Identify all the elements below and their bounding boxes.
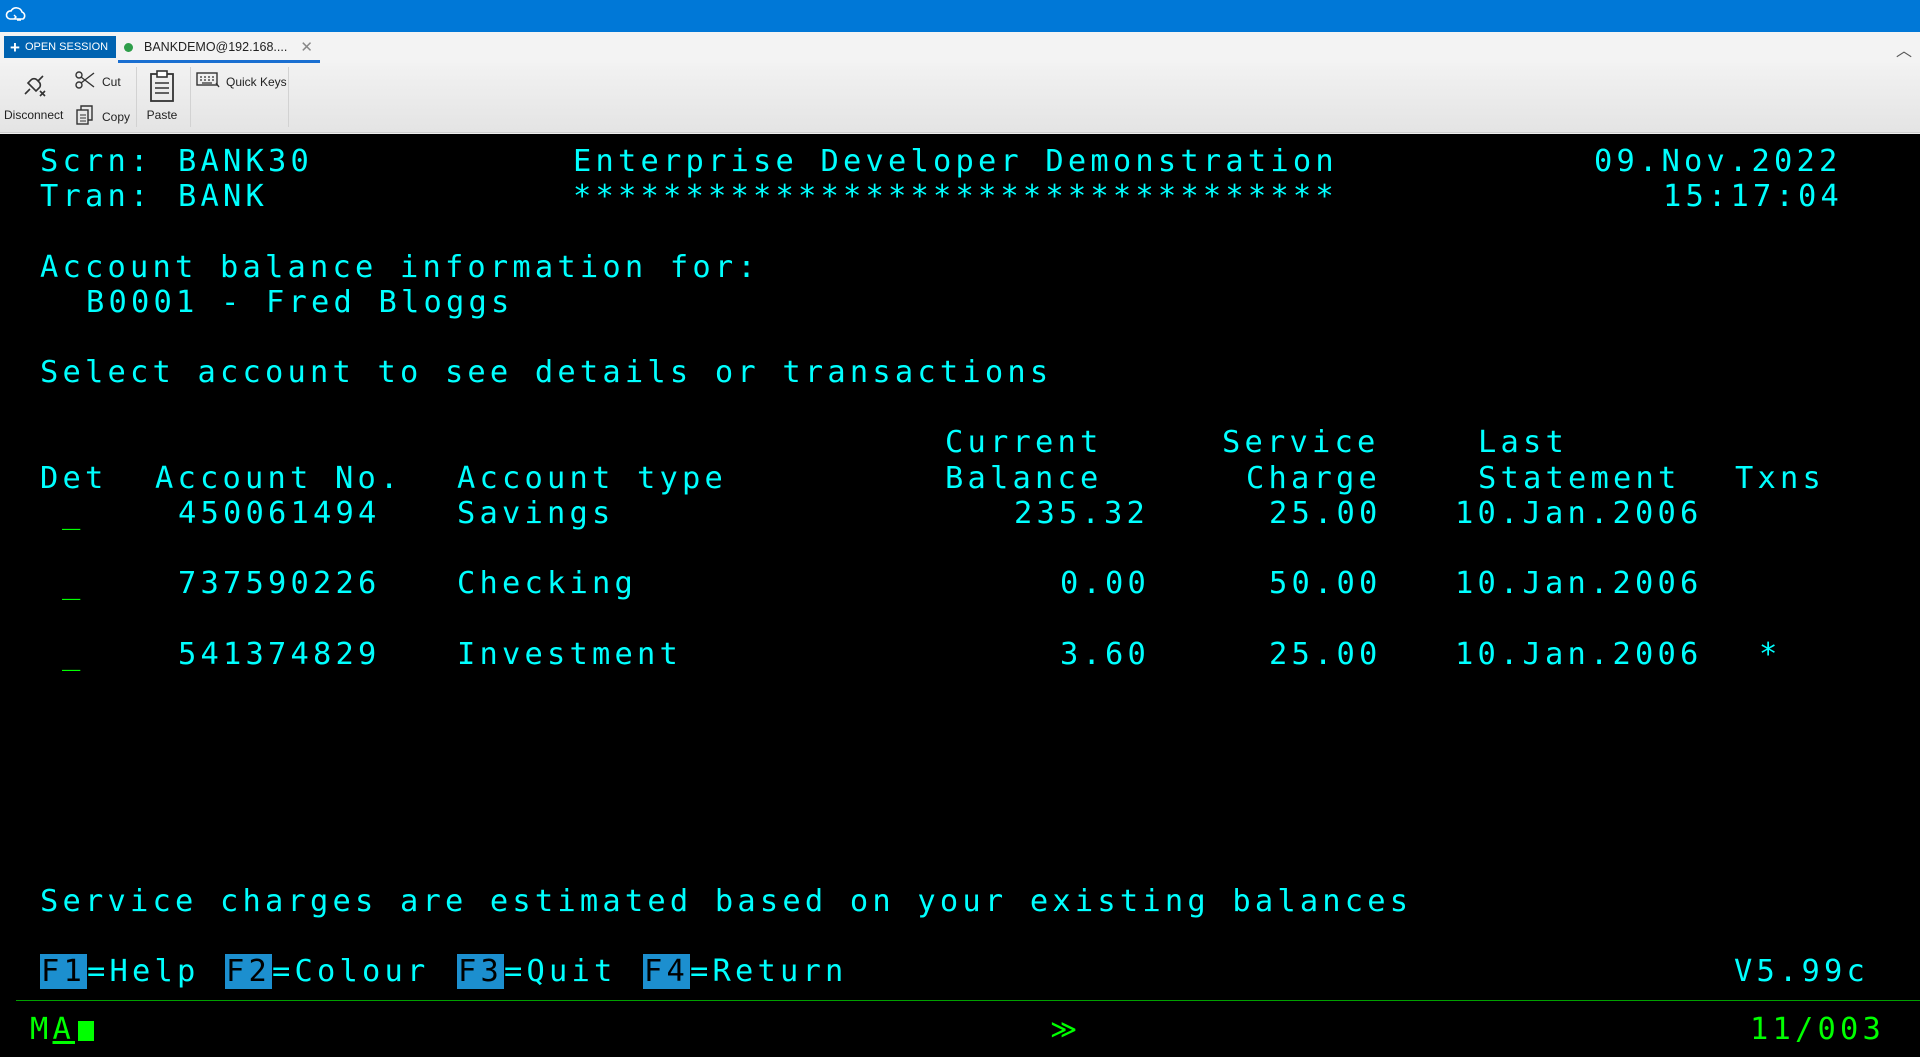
fkey-text: =Help: [87, 954, 200, 989]
copy-label: Copy: [102, 109, 131, 124]
tab-strip: + OPEN SESSION BANKDEMO@192.168.... ✕ ︿: [0, 32, 1920, 63]
title-underline: **********************************: [573, 179, 1338, 214]
screen-time: 15:17:04: [1663, 179, 1843, 214]
session-tab-label: BANKDEMO@192.168....: [144, 40, 288, 54]
account-number: 541374829: [178, 637, 381, 672]
fkey-label: F1: [40, 954, 87, 989]
scrn-value: BANK30: [178, 144, 313, 179]
disconnect-button[interactable]: Disconnect: [4, 69, 63, 122]
mode-m: M: [30, 1012, 53, 1047]
paste-button[interactable]: Paste: [146, 69, 178, 122]
col-service: Service: [1222, 425, 1380, 460]
account-type: Checking: [457, 566, 637, 601]
fkey-text: =Return: [690, 954, 848, 989]
fkey-help[interactable]: F1=Help: [40, 954, 199, 990]
account-balance: 0.00: [1060, 566, 1150, 601]
status-indicator: ≫: [1050, 1015, 1082, 1045]
account-number: 450061494: [178, 496, 381, 531]
info-heading: Account balance information for:: [40, 250, 760, 285]
open-session-label: OPEN SESSION: [24, 41, 109, 53]
screen-date: 09.Nov.2022: [1594, 144, 1842, 179]
cut-button[interactable]: Cut: [74, 69, 121, 94]
plus-icon: +: [10, 37, 20, 57]
col-account-type: Account type: [457, 461, 727, 496]
toolbar-divider: [190, 67, 191, 127]
cursor-block-icon: [78, 1020, 94, 1041]
fkey-colour[interactable]: F2=Colour: [225, 954, 429, 990]
screen-title: Enterprise Developer Demonstration: [573, 144, 1338, 179]
last-statement: 10.Jan.2006: [1455, 566, 1703, 601]
toolbar-ribbon: Disconnect Cut Copy Paste Quick Keys: [0, 63, 1920, 133]
account-balance: 3.60: [1060, 637, 1150, 672]
scissors-icon: [74, 69, 96, 94]
tab-session[interactable]: BANKDEMO@192.168.... ✕: [118, 34, 320, 63]
toolbar-divider: [136, 67, 137, 127]
chevron-up-icon[interactable]: ︿: [1896, 37, 1912, 61]
account-type: Savings: [457, 496, 615, 531]
open-session-button[interactable]: + OPEN SESSION: [4, 36, 117, 58]
disconnect-label: Disconnect: [4, 108, 64, 122]
service-charge: 25.00: [1269, 496, 1382, 531]
fkey-text: =Quit: [504, 954, 617, 989]
col-statement: Statement: [1478, 461, 1681, 496]
col-account-no: Account No.: [155, 461, 403, 496]
txns-flag: *: [1759, 637, 1782, 672]
last-statement: 10.Jan.2006: [1455, 637, 1703, 672]
close-icon[interactable]: ✕: [300, 38, 313, 56]
col-txns: Txns: [1735, 461, 1825, 496]
clipboard-icon: [146, 69, 178, 106]
scrn-label: Scrn:: [40, 144, 153, 179]
footer-message: Service charges are estimated based on y…: [40, 884, 1413, 919]
toolbar-divider: [288, 67, 289, 127]
col-det: Det: [40, 461, 108, 496]
quick-keys-label: Quick Keys: [226, 74, 287, 89]
copy-icon: [74, 104, 96, 129]
col-current: Current: [945, 425, 1103, 460]
fkey-label: F3: [457, 954, 504, 989]
col-balance: Balance: [945, 461, 1103, 496]
tran-label: Tran:: [40, 179, 153, 214]
account-balance: 235.32: [1014, 496, 1149, 531]
service-charge: 25.00: [1269, 637, 1382, 672]
cut-label: Cut: [102, 74, 121, 89]
window-title-bar: [0, 0, 1920, 32]
col-last: Last: [1478, 425, 1568, 460]
disconnect-icon: [18, 69, 50, 104]
service-charge: 50.00: [1269, 566, 1382, 601]
account-number: 737590226: [178, 566, 381, 601]
last-statement: 10.Jan.2006: [1455, 496, 1703, 531]
row-select-field[interactable]: _: [62, 566, 85, 602]
connected-status-icon: [124, 42, 133, 52]
cursor-position: 11/003: [1750, 1012, 1885, 1047]
copy-button[interactable]: Copy: [74, 104, 130, 129]
instruction-text: Select account to see details or transac…: [40, 355, 1053, 390]
paste-label: Paste: [146, 108, 178, 122]
fkey-label: F2: [225, 954, 272, 989]
cloud-terminal-icon: [4, 4, 30, 28]
status-divider: [16, 1000, 1920, 1001]
account-type: Investment: [457, 637, 682, 672]
quick-keys-button[interactable]: Quick Keys: [196, 71, 287, 92]
terminal-screen[interactable]: Scrn: BANK30 Enterprise Developer Demons…: [0, 134, 1920, 1057]
tran-value: BANK: [178, 179, 268, 214]
fkey-return[interactable]: F4=Return: [643, 954, 847, 990]
status-mode: MA: [30, 1012, 94, 1048]
customer-name: B0001 - Fred Bloggs: [86, 285, 514, 320]
keyboard-icon: [196, 71, 220, 92]
version-label: V5.99c: [1734, 954, 1869, 989]
fkey-label: F4: [643, 954, 690, 989]
row-select-field[interactable]: _: [62, 637, 85, 673]
fkey-quit[interactable]: F3=Quit: [457, 954, 616, 990]
col-charge: Charge: [1246, 461, 1381, 496]
fkey-text: =Colour: [272, 954, 430, 989]
mode-a: A: [52, 1012, 75, 1047]
row-select-field[interactable]: _: [62, 496, 85, 532]
